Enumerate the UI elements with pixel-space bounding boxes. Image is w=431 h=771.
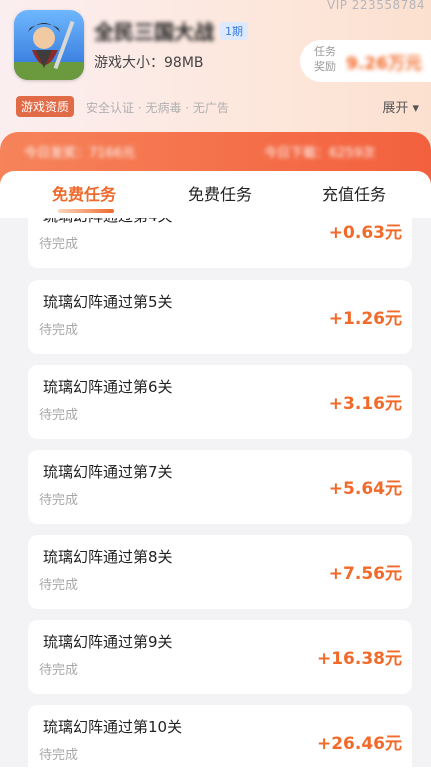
task-status: 待完成 [39, 493, 79, 508]
task-name: 琉璃幻阵通过第10关 [43, 718, 183, 736]
task-reward: +1.26元 [328, 309, 402, 329]
task-item[interactable]: 琉璃幻阵通过第5关 待完成 +1.26元 [28, 280, 412, 354]
task-reward: +0.63元 [328, 223, 402, 243]
task-item[interactable]: 琉璃幻阵通过第9关 待完成 +16.38元 [28, 620, 412, 694]
qualification-text: 安全认证 · 无病毒 · 无广告 [86, 101, 229, 115]
task-status: 待完成 [39, 323, 79, 338]
task-reward-pill: 任务奖励 9.26万元 [300, 40, 431, 82]
app-icon[interactable] [14, 10, 84, 80]
app-name: 全民三国大战 [94, 20, 214, 44]
task-reward: +3.16元 [328, 394, 402, 414]
game-size: 游戏大小：98MB [94, 55, 204, 71]
task-item[interactable]: 琉璃幻阵通过第8关 待完成 +7.56元 [28, 535, 412, 609]
task-name: 琉璃幻阵通过第7关 [43, 463, 173, 481]
task-status: 待完成 [39, 748, 79, 763]
tab-recharge-tasks[interactable]: 充值任务 [322, 181, 386, 205]
task-reward: +26.46元 [316, 734, 402, 754]
qualification-badge: 游戏资质 [16, 96, 75, 117]
task-status: 待完成 [39, 663, 79, 678]
task-reward: +5.64元 [328, 479, 402, 499]
task-item[interactable]: 琉璃幻阵通过第7关 待完成 +5.64元 [28, 450, 412, 524]
tab-free-tasks-2[interactable]: 免费任务 [188, 181, 252, 205]
today-reward: 今日发奖：7166元 [24, 146, 136, 161]
app-tag: 1期 [220, 22, 248, 40]
task-name: 琉璃幻阵通过第6关 [43, 378, 173, 396]
active-tab-underline [58, 209, 114, 213]
expand-button[interactable]: 展开 ▾ [382, 97, 419, 116]
task-status: 待完成 [39, 408, 79, 423]
task-item[interactable]: 琉璃幻阵通过第10关 待完成 +26.46元 [28, 705, 412, 767]
task-reward: +16.38元 [316, 649, 402, 669]
task-reward-label: 任务奖励 [314, 45, 336, 73]
today-download: 今日下载：6259次 [264, 146, 376, 161]
task-list[interactable]: 琉璃幻阵通过第4关 待完成 +0.63元 琉璃幻阵通过第5关 待完成 +1.26… [0, 218, 431, 767]
vip-id: VIP 223558784 [326, 0, 425, 12]
tab-free-tasks[interactable]: 免费任务 [52, 181, 116, 205]
task-reward-value: 9.26万元 [346, 54, 422, 74]
task-item[interactable]: 琉璃幻阵通过第6关 待完成 +3.16元 [28, 365, 412, 439]
task-status: 待完成 [39, 578, 79, 593]
task-name: 琉璃幻阵通过第8关 [43, 548, 173, 566]
task-name: 琉璃幻阵通过第9关 [43, 633, 173, 651]
task-status: 待完成 [39, 237, 79, 252]
task-name: 琉璃幻阵通过第5关 [43, 293, 173, 311]
task-name: 琉璃幻阵通过第4关 [43, 218, 173, 226]
task-reward: +7.56元 [328, 564, 402, 584]
task-item[interactable]: 琉璃幻阵通过第4关 待完成 +0.63元 [28, 218, 412, 268]
